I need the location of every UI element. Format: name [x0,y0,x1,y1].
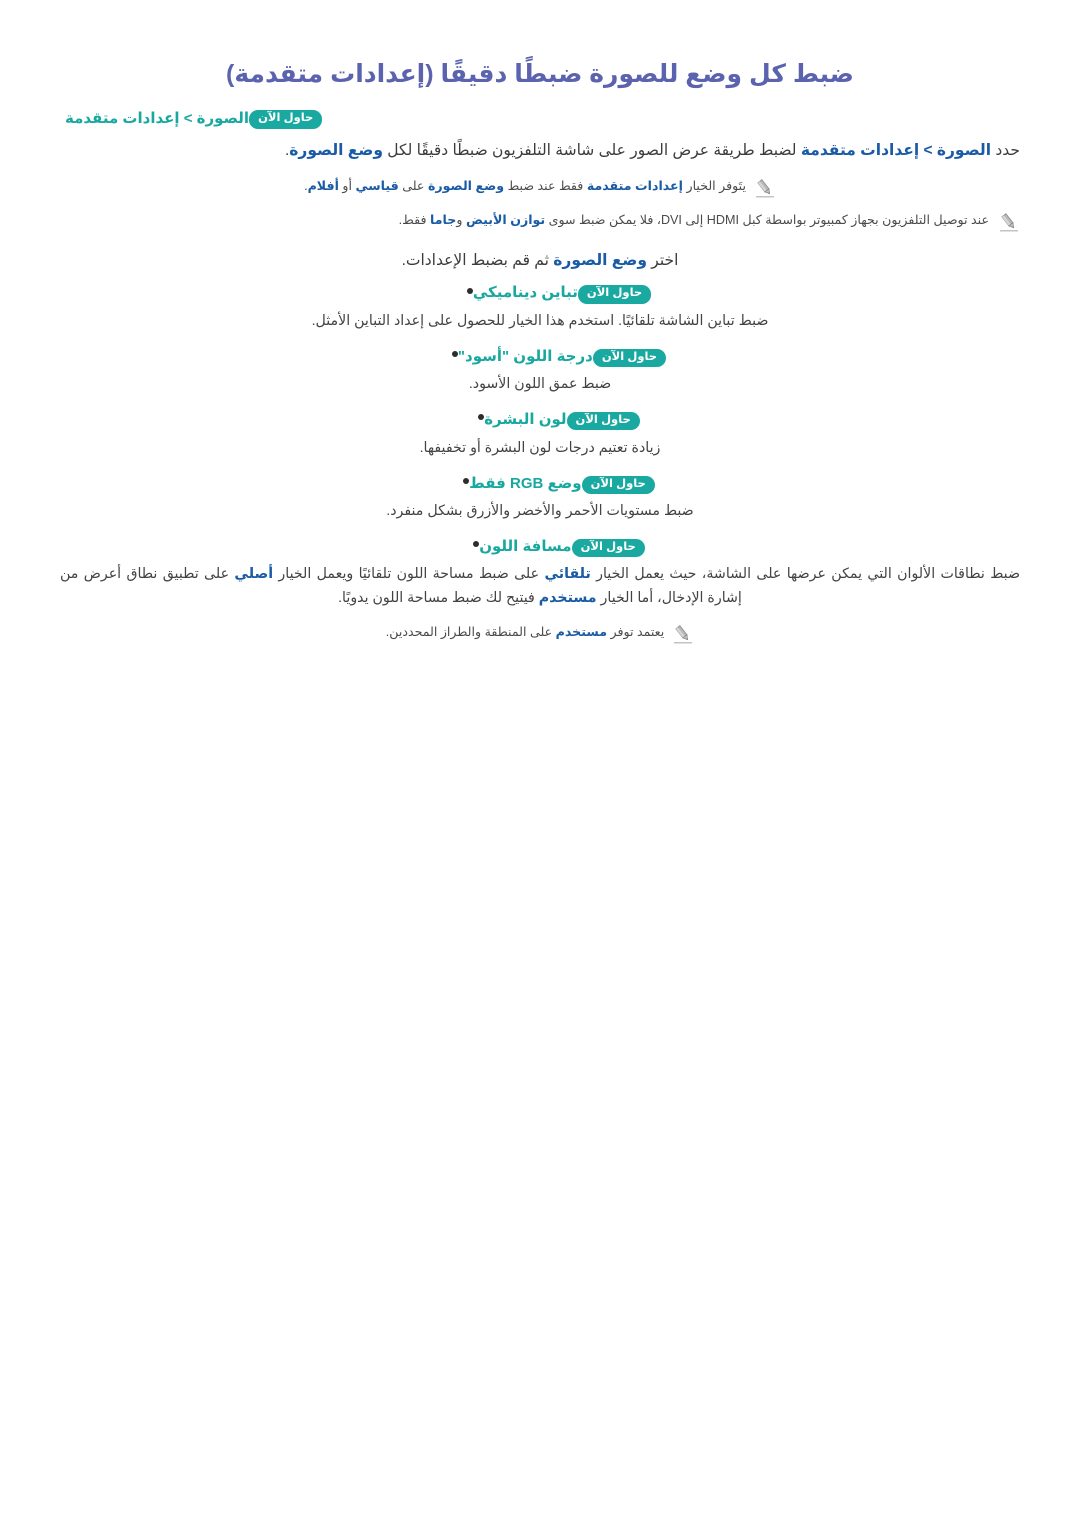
bullet-title[interactable]: لون البشرة [484,409,566,432]
bullet-head-black-tone: حاول الآندرجة اللون "أسود" [60,345,1020,369]
breadcrumb-row: حاول الآنالصورة > إعدادات متقدمة [60,108,1020,130]
bullet-desc: زيادة تعتيم درجات لون البشرة أو تخفيفها. [419,439,661,456]
list-item: حاول الآنوضع RGB فقط ضبط مستويات الأحمر … [60,472,1020,523]
instruction-line: اختر وضع الصورة ثم قم بضبط الإعدادات. [60,249,1020,274]
pencil-icon [672,623,694,645]
pencil-icon [754,177,776,199]
bullet-dot-icon [466,287,473,294]
note0-seg4: أو [338,178,356,193]
note1-hl1: توازن الأبيض [465,212,546,227]
lead-link-settings[interactable]: الصورة > إعدادات متقدمة [801,142,991,159]
note1-seg3: فقط. [398,212,431,227]
note-row-custom-availability: يعتمد توفر مستخدم على المنطقة والطراز ال… [60,622,1020,645]
cs-seg1: ضبط نطاقات الألوان التي يمكن عرضها على ا… [590,566,1020,583]
note0-hl3: قياسي [355,178,399,193]
note0-seg3: على [398,178,428,193]
list-item: حاول الآنتباين ديناميكي ضبط تباين الشاشة… [60,282,1020,333]
note0-hl2: وضع الصورة [427,178,505,193]
lead-mid: لضبط طريقة عرض الصور على شاشة التلفزيون … [382,142,801,160]
bullet-head-rgb-only-mode: حاول الآنوضع RGB فقط [60,472,1020,496]
bullet-desc-color-space: ضبط نطاقات الألوان التي يمكن عرضها على ا… [60,563,1020,610]
note-row-advanced-settings: يتَوفر الخيار إعدادات متقدمة فقط عند ضبط… [60,176,1020,199]
list-item: حاول الآنلون البشرة زيادة تعتيم درجات لو… [60,409,1020,460]
cs-option-custom: مستخدم [538,589,597,606]
try-now-badge[interactable]: حاول الآن [592,348,667,368]
note0-hl1: إعدادات متقدمة [586,178,683,193]
instruction-pre: اختر [646,251,679,269]
list-item: حاول الآندرجة اللون "أسود" ضبط عمق اللون… [60,345,1020,396]
note1-seg2: و [456,212,466,227]
bullet-desc: ضبط عمق اللون الأسود. [468,376,612,393]
lead-paragraph: حدد الصورة > إعدادات متقدمة لضبط طريقة ع… [60,139,1020,164]
bullet-title[interactable]: مسافة اللون [479,536,571,559]
note1-seg1: عند توصيل التلفزيون بجهاز كمبيوتر بواسطة… [545,212,989,227]
bullet-head-color-space: حاول الآنمسافة اللون [60,535,1020,559]
try-now-badge[interactable]: حاول الآن [581,475,655,494]
try-now-badge[interactable]: حاول الآن [577,285,652,304]
noteb-seg2: على المنطقة والطراز المحددين. [385,625,556,640]
try-now-badge[interactable]: حاول الآن [571,539,645,558]
bullet-head-dynamic-contrast: حاول الآنتباين ديناميكي [60,282,1020,306]
document-page: ضبط كل وضع للصورة ضبطًا دقيقًا (إعدادات … [0,0,1080,1527]
bullet-dot-icon [463,477,470,484]
noteb-hl1: مستخدم [555,625,607,640]
bullet-dot-icon [451,350,458,357]
note-advanced-settings: يتَوفر الخيار إعدادات متقدمة فقط عند ضبط… [304,176,746,197]
note-hdmi-dvi: عند توصيل التلفزيون بجهاز كمبيوتر بواسطة… [60,210,989,231]
bullet-desc: ضبط تباين الشاشة تلقائيًا. استخدم هذا ال… [311,312,769,329]
settings-list: حاول الآنتباين ديناميكي ضبط تباين الشاشة… [60,282,1020,611]
bullet-title[interactable]: درجة اللون "أسود" [458,346,593,369]
try-now-badge[interactable]: حاول الآن [249,110,323,129]
note0-seg1: يتَوفر الخيار [682,178,746,193]
breadcrumb[interactable]: الصورة > إعدادات متقدمة [65,108,249,129]
note-custom-availability: يعتمد توفر مستخدم على المنطقة والطراز ال… [386,622,664,643]
instruction-picture-mode[interactable]: وضع الصورة [553,252,647,269]
lead-link-picture-mode[interactable]: وضع الصورة [289,142,383,159]
lead-pre: حدد [991,142,1020,160]
instruction-post: ثم قم بضبط الإعدادات. [401,251,554,269]
page-title: ضبط كل وضع للصورة ضبطًا دقيقًا (إعدادات … [226,60,854,88]
document-content: ضبط كل وضع للصورة ضبطًا دقيقًا (إعدادات … [60,58,1020,656]
pencil-icon [998,211,1020,233]
noteb-seg1: يعتمد توفر [607,625,665,640]
note-row-hdmi-dvi: عند توصيل التلفزيون بجهاز كمبيوتر بواسطة… [60,210,1020,233]
bullet-head-flesh-tone: حاول الآنلون البشرة [60,409,1020,433]
try-now-badge[interactable]: حاول الآن [566,412,640,431]
cs-option-auto: تلقائي [544,566,591,583]
list-item: حاول الآنمسافة اللون ضبط نطاقات الألوان … [60,535,1020,610]
cs-seg2: على ضبط مساحة اللون تلقائيًا ويعمل الخيا… [273,566,545,583]
bullet-title[interactable]: تباين ديناميكي [473,282,578,305]
bullet-desc: ضبط مستويات الأحمر والأخضر والأزرق بشكل … [386,503,694,519]
bullet-title[interactable]: وضع RGB فقط [469,473,581,496]
note1-hl2: جاما [430,212,457,227]
cs-option-native: أصلي [234,566,274,583]
note0-hl4: أفلام [307,178,339,193]
cs-seg4: فيتيح لك ضبط مساحة اللون يدويًا. [338,589,539,606]
note0-seg2: فقط عند ضبط [504,178,587,193]
